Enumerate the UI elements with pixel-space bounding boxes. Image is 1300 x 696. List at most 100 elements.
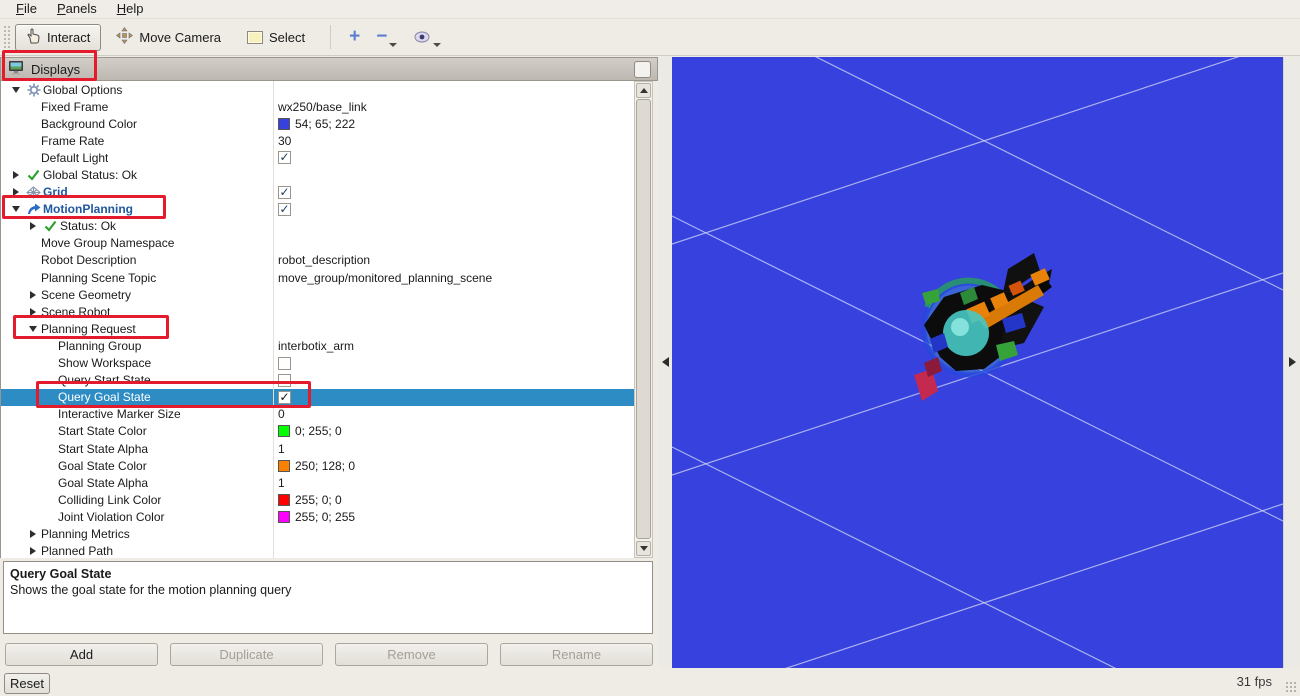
tree-row-interactive-marker-size[interactable]: Interactive Marker Size0 xyxy=(1,406,634,423)
tree-row-robot-description[interactable]: Robot Descriptionrobot_description xyxy=(1,252,634,269)
tree-row-value[interactable]: 0 xyxy=(278,406,285,423)
select-button[interactable]: Select xyxy=(236,24,316,51)
move-camera-button[interactable]: Move Camera xyxy=(105,24,232,51)
checkbox-unchecked[interactable] xyxy=(278,374,291,387)
checkbox-unchecked[interactable] xyxy=(278,357,291,370)
tree-row-value[interactable]: 30 xyxy=(278,132,291,149)
collapse-arrow-icon[interactable] xyxy=(29,326,37,332)
gear-icon xyxy=(24,83,43,97)
tree-row-status-ok[interactable]: Status: Ok xyxy=(1,218,634,235)
tree-row-value[interactable] xyxy=(278,355,291,372)
color-swatch xyxy=(278,118,290,130)
tree-row-value[interactable]: 0; 255; 0 xyxy=(278,423,342,440)
tree-row-value[interactable]: 1 xyxy=(278,440,285,457)
tree-row-scene-robot[interactable]: Scene Robot xyxy=(1,303,634,320)
tree-row-frame-rate[interactable]: Frame Rate 30 xyxy=(1,132,634,149)
tree-row-start-state-alpha[interactable]: Start State Alpha1 xyxy=(1,440,634,457)
tree-row-move-group-namespace[interactable]: Move Group Namespace xyxy=(1,235,634,252)
tree-row-value[interactable]: ✓ xyxy=(278,184,291,201)
tree-row-value[interactable]: 1 xyxy=(278,474,285,491)
tree-row-global-options[interactable]: Global Options xyxy=(1,81,634,98)
collapse-left-icon[interactable] xyxy=(662,357,669,367)
add-button[interactable]: Add xyxy=(5,643,158,666)
scrollbar-down-button[interactable] xyxy=(636,541,651,556)
motionplanning-icon xyxy=(24,203,43,216)
scrollbar-thumb[interactable] xyxy=(636,99,651,539)
rename-button[interactable]: Rename xyxy=(500,643,653,666)
tree-row-planning-scene-topic[interactable]: Planning Scene Topicmove_group/monitored… xyxy=(1,269,634,286)
zoom-in-button[interactable]: + xyxy=(349,27,360,47)
tree-row-value[interactable]: wx250/base_link xyxy=(278,98,367,115)
menu-file[interactable]: File xyxy=(6,0,47,18)
tree-row-value[interactable]: 255; 0; 0 xyxy=(278,491,342,508)
expand-arrow-icon[interactable] xyxy=(13,171,19,179)
chevron-down-icon[interactable] xyxy=(433,43,441,47)
tree-row-global-status-ok[interactable]: Global Status: Ok xyxy=(1,166,634,183)
expand-arrow-icon[interactable] xyxy=(30,547,36,555)
tree-row-default-light[interactable]: Default Light✓ xyxy=(1,149,634,166)
tree-row-show-workspace[interactable]: Show Workspace xyxy=(1,355,634,372)
tree-row-goal-state-color[interactable]: Goal State Color250; 128; 0 xyxy=(1,457,634,474)
interact-button[interactable]: Interact xyxy=(15,24,101,51)
focus-camera-button[interactable] xyxy=(413,27,441,48)
tree-row-fixed-frame[interactable]: Fixed Framewx250/base_link xyxy=(1,98,634,115)
tree-row-value[interactable]: move_group/monitored_planning_scene xyxy=(278,269,492,286)
tree-scrollbar[interactable] xyxy=(634,81,653,558)
tree-row-query-start-state[interactable]: Query Start State xyxy=(1,372,634,389)
collapse-arrow-icon[interactable] xyxy=(12,206,20,212)
chevron-down-icon[interactable] xyxy=(389,43,397,47)
zoom-out-button[interactable]: − xyxy=(376,27,397,47)
tree-row-planning-request[interactable]: Planning Request xyxy=(1,320,634,337)
panel-splitter-left[interactable] xyxy=(658,57,672,668)
tree-row-value[interactable]: robot_description xyxy=(278,252,370,269)
tree-row-goal-state-alpha[interactable]: Goal State Alpha 1 xyxy=(1,474,634,491)
reset-button[interactable]: Reset xyxy=(4,673,50,694)
expand-arrow-icon[interactable] xyxy=(30,308,36,316)
checkbox-checked[interactable]: ✓ xyxy=(278,151,291,164)
tree-row-start-state-color[interactable]: Start State Color0; 255; 0 xyxy=(1,423,634,440)
tree-row-motionplanning[interactable]: MotionPlanning ✓ xyxy=(1,201,634,218)
tree-row-value[interactable]: 250; 128; 0 xyxy=(278,457,355,474)
expand-arrow-icon[interactable] xyxy=(30,222,36,230)
tree-row-planned-path[interactable]: Planned Path xyxy=(1,543,634,558)
tree-row-value[interactable]: ✓ xyxy=(278,389,291,406)
toolbar-grip[interactable] xyxy=(3,25,11,49)
tree-row-value[interactable]: 255; 0; 255 xyxy=(278,508,355,525)
tree-row-colliding-link-color[interactable]: Colliding Link Color255; 0; 0 xyxy=(1,491,634,508)
collapse-arrow-icon[interactable] xyxy=(12,87,20,93)
tree-row-value[interactable]: ✓ xyxy=(278,201,291,218)
tree-row-query-goal-state[interactable]: Query Goal State✓ xyxy=(1,389,634,406)
tree-row-background-color[interactable]: Background Color54; 65; 222 xyxy=(1,115,634,132)
displays-panel-header[interactable]: Displays xyxy=(0,57,658,81)
checkbox-checked[interactable]: ✓ xyxy=(278,203,291,216)
tree-row-value[interactable]: 54; 65; 222 xyxy=(278,115,355,132)
tree-row-label: Goal State Alpha xyxy=(58,476,148,490)
tree-row-value[interactable]: interbotix_arm xyxy=(278,337,354,354)
tree-row-grid[interactable]: Grid✓ xyxy=(1,184,634,201)
remove-button[interactable]: Remove xyxy=(335,643,488,666)
menu-help[interactable]: Help xyxy=(107,0,154,18)
tree-row-label: MotionPlanning xyxy=(43,202,133,216)
scrollbar-up-button[interactable] xyxy=(636,83,651,98)
tree-row-planning-metrics[interactable]: Planning Metrics xyxy=(1,525,634,542)
tree-row-joint-violation-color[interactable]: Joint Violation Color255; 0; 255 xyxy=(1,508,634,525)
tree-row-label: Frame Rate xyxy=(41,134,104,148)
tree-column-divider[interactable] xyxy=(273,81,274,558)
window-resize-grip[interactable] xyxy=(1285,681,1297,693)
panel-float-button[interactable] xyxy=(634,61,651,78)
checkbox-checked[interactable]: ✓ xyxy=(278,186,291,199)
panel-splitter-right[interactable] xyxy=(1283,57,1300,668)
expand-arrow-icon[interactable] xyxy=(30,530,36,538)
render-viewport-3d[interactable] xyxy=(672,57,1283,668)
tree-row-value[interactable]: ✓ xyxy=(278,149,291,166)
tree-row-planning-group[interactable]: Planning Groupinterbotix_arm xyxy=(1,337,634,354)
color-swatch xyxy=(278,494,290,506)
expand-arrow-icon[interactable] xyxy=(30,291,36,299)
checkbox-checked[interactable]: ✓ xyxy=(278,391,291,404)
menu-panels[interactable]: Panels xyxy=(47,0,107,18)
tree-row-scene-geometry[interactable]: Scene Geometry xyxy=(1,286,634,303)
duplicate-button[interactable]: Duplicate xyxy=(170,643,323,666)
tree-row-value[interactable] xyxy=(278,372,291,389)
collapse-right-icon[interactable] xyxy=(1289,357,1296,367)
expand-arrow-icon[interactable] xyxy=(13,188,19,196)
